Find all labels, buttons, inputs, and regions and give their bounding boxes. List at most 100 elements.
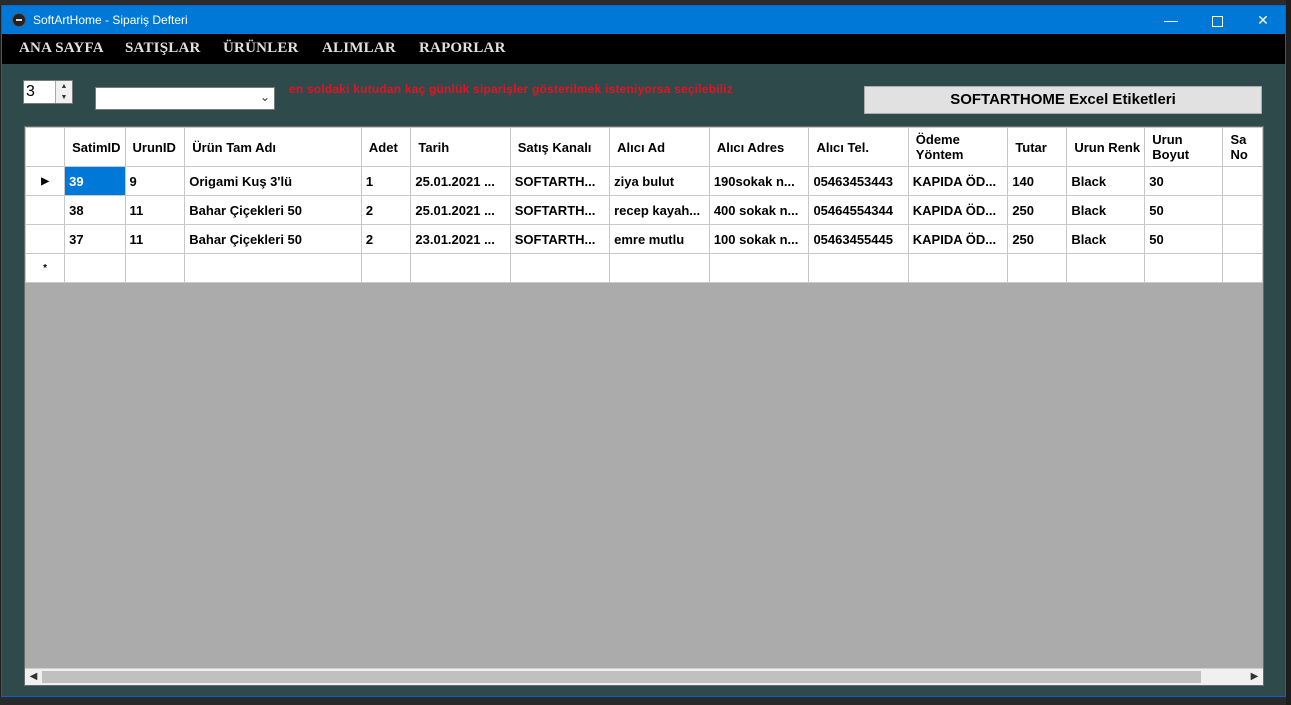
maximize-button[interactable]	[1194, 6, 1240, 34]
column-header[interactable]: Ürün Tam Adı	[184, 127, 362, 167]
table-cell[interactable]: 05463453443	[808, 166, 909, 196]
table-cell[interactable]: 400 sokak n...	[708, 195, 810, 225]
table-cell[interactable]	[609, 253, 710, 283]
table-cell[interactable]: 38	[64, 195, 126, 225]
table-cell[interactable]: recep kayah...	[609, 195, 710, 225]
table-cell[interactable]: SOFTARTH...	[509, 195, 611, 225]
table-cell[interactable]: 140	[1007, 166, 1068, 196]
scrollbar-thumb[interactable]	[42, 671, 1201, 683]
column-header[interactable]: Urun Boyut	[1144, 127, 1224, 167]
table-cell[interactable]	[64, 253, 126, 283]
days-spinner[interactable]: 3 ▲ ▼	[23, 80, 73, 104]
table-cell[interactable]: 23.01.2021 ...	[410, 224, 511, 254]
chevron-down-icon[interactable]: ▼	[56, 92, 72, 103]
row-header[interactable]	[25, 195, 66, 225]
table-cell[interactable]: KAPIDA ÖD...	[907, 195, 1009, 225]
filter-dropdown[interactable]: ⌄	[95, 87, 275, 110]
menu-satislar[interactable]: SATIŞLAR	[125, 40, 201, 57]
table-cell[interactable]	[907, 253, 1009, 283]
minimize-button[interactable]: —	[1148, 6, 1194, 34]
table-cell[interactable]: 250	[1007, 224, 1068, 254]
table-cell[interactable]	[360, 253, 412, 283]
column-header[interactable]: Ödeme Yöntem	[907, 127, 1009, 167]
table-cell[interactable]: emre mutlu	[609, 224, 710, 254]
table-cell[interactable]: 30	[1144, 166, 1224, 196]
table-cell[interactable]: Origami Kuş 3'lü	[184, 166, 362, 196]
table-cell[interactable]: KAPIDA ÖD...	[907, 166, 1009, 196]
table-cell[interactable]: 2	[360, 224, 412, 254]
column-header[interactable]: Alıcı Tel.	[808, 127, 909, 167]
table-cell[interactable]: 39	[64, 166, 126, 196]
table-cell[interactable]: KAPIDA ÖD...	[907, 224, 1009, 254]
chevron-left-icon[interactable]: ◀	[25, 669, 42, 685]
table-cell[interactable]	[1222, 195, 1263, 225]
chevron-down-icon[interactable]: ⌄	[260, 90, 270, 104]
new-row[interactable]: *	[25, 253, 1263, 283]
table-cell[interactable]: SOFTARTH...	[509, 224, 611, 254]
table-cell[interactable]: 25.01.2021 ...	[410, 195, 511, 225]
corner-header[interactable]	[25, 127, 66, 167]
table-cell[interactable]: 2	[360, 195, 412, 225]
table-cell[interactable]: 37	[64, 224, 126, 254]
table-cell[interactable]	[708, 253, 810, 283]
table-cell[interactable]	[1007, 253, 1068, 283]
column-header[interactable]: Alıcı Adres	[708, 127, 810, 167]
horizontal-scrollbar[interactable]: ◀ ▶	[25, 668, 1263, 685]
table-cell[interactable]: 50	[1144, 224, 1224, 254]
maximize-icon	[1211, 15, 1223, 27]
table-cell[interactable]	[1222, 166, 1263, 196]
table-cell[interactable]: Bahar Çiçekleri 50	[184, 195, 362, 225]
table-cell[interactable]	[1222, 253, 1263, 283]
column-header[interactable]: Tarih	[410, 127, 511, 167]
table-cell[interactable]: 250	[1007, 195, 1068, 225]
chevron-right-icon[interactable]: ▶	[1246, 669, 1263, 685]
current-row-marker[interactable]: ▶	[25, 166, 66, 196]
table-cell[interactable]	[1066, 253, 1146, 283]
excel-labels-button[interactable]: SOFTARTHOME Excel Etiketleri	[864, 86, 1262, 114]
column-header[interactable]: SatimID	[64, 127, 126, 167]
table-cell[interactable]	[1222, 224, 1263, 254]
table-cell[interactable]: Black	[1066, 166, 1146, 196]
days-value[interactable]: 3	[26, 83, 35, 101]
column-header[interactable]: Alıcı Ad	[609, 127, 710, 167]
table-cell[interactable]: Bahar Çiçekleri 50	[184, 224, 362, 254]
table-cell[interactable]: Black	[1066, 224, 1146, 254]
table-cell[interactable]: 9	[124, 166, 186, 196]
table-row[interactable]: ▶ 39 9 Origami Kuş 3'lü 1 25.01.2021 ...…	[25, 166, 1263, 196]
table-cell[interactable]	[1144, 253, 1224, 283]
new-row-marker[interactable]: *	[25, 253, 66, 283]
table-row[interactable]: 37 11 Bahar Çiçekleri 50 2 23.01.2021 ..…	[25, 224, 1263, 254]
table-cell[interactable]: 11	[124, 195, 186, 225]
column-header[interactable]: Sa No	[1222, 127, 1263, 167]
table-cell[interactable]: 50	[1144, 195, 1224, 225]
column-header[interactable]: Adet	[360, 127, 412, 167]
column-header[interactable]: Urun Renk	[1066, 127, 1146, 167]
table-cell[interactable]: 05463455445	[808, 224, 909, 254]
table-cell[interactable]: SOFTARTH...	[509, 166, 611, 196]
table-cell[interactable]: Black	[1066, 195, 1146, 225]
title-bar[interactable]: SoftArtHome - Sipariş Defteri — ✕	[2, 6, 1285, 34]
table-cell[interactable]: ziya bulut	[609, 166, 710, 196]
table-cell[interactable]: 1	[360, 166, 412, 196]
column-header[interactable]: Tutar	[1007, 127, 1068, 167]
menu-urunler[interactable]: ÜRÜNLER	[223, 40, 299, 57]
table-row[interactable]: 38 11 Bahar Çiçekleri 50 2 25.01.2021 ..…	[25, 195, 1263, 225]
table-cell[interactable]: 190sokak n...	[708, 166, 810, 196]
menu-alimlar[interactable]: ALIMLAR	[322, 40, 396, 57]
close-button[interactable]: ✕	[1240, 6, 1286, 34]
orders-grid[interactable]: SatimID UrunID Ürün Tam Adı Adet Tarih S…	[24, 126, 1264, 686]
table-cell[interactable]	[808, 253, 909, 283]
table-cell[interactable]	[509, 253, 611, 283]
column-header[interactable]: Satış Kanalı	[509, 127, 611, 167]
column-header[interactable]: UrunID	[124, 127, 186, 167]
table-cell[interactable]: 25.01.2021 ...	[410, 166, 511, 196]
table-cell[interactable]	[124, 253, 186, 283]
table-cell[interactable]	[184, 253, 362, 283]
menu-ana-sayfa[interactable]: ANA SAYFA	[19, 40, 104, 57]
table-cell[interactable]: 100 sokak n...	[708, 224, 810, 254]
row-header[interactable]	[25, 224, 66, 254]
table-cell[interactable]: 05464554344	[808, 195, 909, 225]
table-cell[interactable]: 11	[124, 224, 186, 254]
table-cell[interactable]	[410, 253, 511, 283]
menu-raporlar[interactable]: RAPORLAR	[419, 40, 506, 57]
